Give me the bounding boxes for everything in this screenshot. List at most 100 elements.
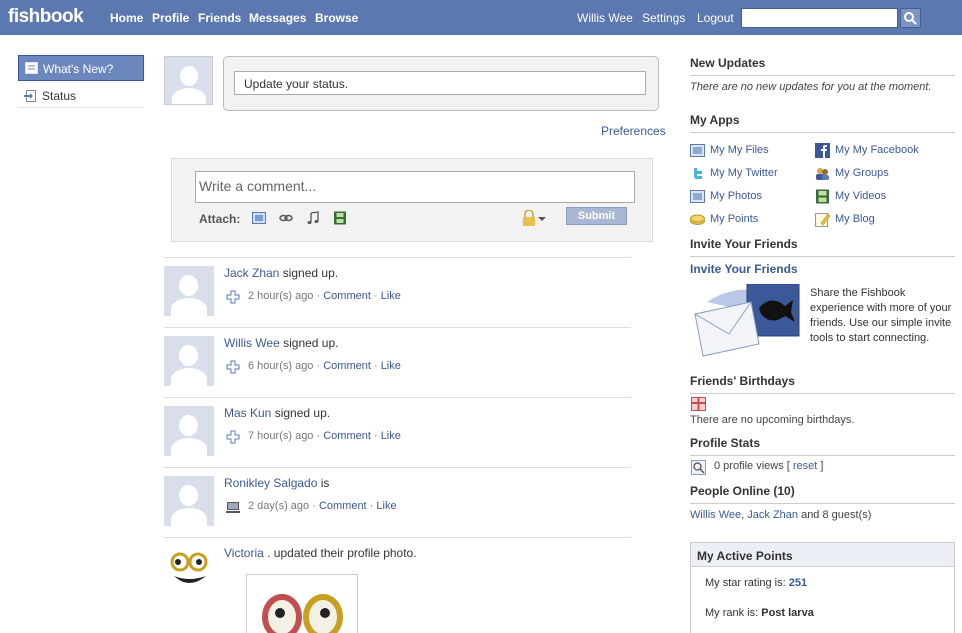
groups-icon	[816, 168, 829, 180]
nav-user-name[interactable]: Willis Wee	[577, 11, 633, 25]
nav-home[interactable]: Home	[110, 11, 143, 25]
feed-title: Victoria . updated their profile photo.	[224, 546, 417, 560]
like-link[interactable]: Like	[376, 500, 396, 512]
birthdays-text: There are no upcoming birthdays.	[690, 414, 855, 426]
avatar[interactable]	[164, 336, 214, 386]
invite-friends-link[interactable]: Invite Your Friends	[690, 262, 798, 276]
active-points-panel: My Active Points My star rating is: 251 …	[690, 542, 955, 633]
like-link[interactable]: Like	[381, 430, 401, 442]
active-points-heading: My Active Points	[691, 543, 954, 567]
magnifier-icon	[691, 460, 706, 475]
feed-item: Jack Zhan signed up. 2 hour(s) ago · Com…	[164, 257, 631, 327]
like-link[interactable]: Like	[381, 290, 401, 302]
feed-user-link[interactable]: Victoria	[224, 546, 264, 560]
nav-friends[interactable]: Friends	[198, 11, 241, 25]
app-my-videos[interactable]: My Videos	[815, 189, 886, 204]
feed-meta: 2 hour(s) ago · Comment · Like	[248, 290, 401, 302]
feed-user-link[interactable]: Willis Wee	[224, 336, 280, 350]
feed-user-link[interactable]: Mas Kun	[224, 406, 271, 420]
feed-title: Ronikley Salgado is	[224, 476, 330, 490]
star-rating-row: My star rating is: 251	[705, 577, 808, 589]
comment-link[interactable]: Comment	[319, 500, 367, 512]
chevron-down-icon	[538, 217, 546, 221]
photo-icon[interactable]	[252, 211, 266, 225]
feed-user-link[interactable]: Ronikley Salgado	[224, 476, 317, 490]
feed-item: Willis Wee signed up. 6 hour(s) ago · Co…	[164, 327, 631, 397]
reset-views-link[interactable]: reset	[793, 460, 817, 472]
people-online-list: Willis Wee, Jack Zhan and 8 guest(s)	[690, 509, 872, 521]
sidebar-item-whats-new[interactable]: What's New?	[18, 55, 144, 81]
plus-icon	[226, 430, 240, 444]
music-icon[interactable]	[306, 211, 320, 225]
fishbook-logo[interactable]: fishbook	[8, 6, 84, 28]
avatar[interactable]	[164, 56, 213, 105]
avatar[interactable]	[164, 406, 214, 456]
avatar[interactable]	[164, 476, 214, 526]
nav-messages[interactable]: Messages	[249, 11, 306, 25]
like-link[interactable]: Like	[381, 360, 401, 372]
news-feed-icon	[25, 62, 38, 74]
online-user-link[interactable]: Jack Zhan	[747, 509, 798, 521]
invite-friends-heading: Invite Your Friends	[690, 237, 955, 257]
feed-user-link[interactable]: Jack Zhan	[224, 266, 279, 280]
sidebar-item-status[interactable]: Status	[18, 84, 144, 108]
twitter-icon	[694, 168, 702, 179]
photos-icon	[690, 190, 705, 203]
feed-item: Ronikley Salgado is 2 day(s) ago · Comme…	[164, 467, 631, 537]
envelope-illustration	[694, 284, 800, 357]
app-my-photos[interactable]: My Photos	[690, 190, 762, 203]
sidebar-item-label: What's New?	[43, 62, 114, 76]
lock-icon	[523, 209, 535, 226]
facebook-icon	[815, 143, 830, 158]
comment-link[interactable]: Comment	[323, 290, 371, 302]
avatar[interactable]	[168, 550, 210, 588]
new-updates-text: There are no new updates for you at the …	[690, 81, 932, 93]
status-input[interactable]: Update your status.	[234, 71, 646, 95]
top-navigation-bar: fishbook Home Profile Friends Messages B…	[0, 0, 962, 35]
feed-item: Mas Kun signed up. 7 hour(s) ago · Comme…	[164, 397, 631, 467]
app-my-points[interactable]: My Points	[690, 213, 758, 225]
app-my-facebook[interactable]: My My Facebook	[815, 143, 919, 158]
feed-title: Mas Kun signed up.	[224, 406, 331, 420]
video-icon[interactable]	[333, 211, 347, 225]
app-my-groups[interactable]: My Groups	[815, 167, 889, 180]
search-icon	[904, 12, 917, 25]
computer-icon	[226, 502, 240, 513]
status-icon	[24, 90, 36, 102]
privacy-dropdown[interactable]	[521, 209, 547, 226]
profile-stats-heading: Profile Stats	[690, 436, 955, 456]
feed-title: Jack Zhan signed up.	[224, 266, 339, 280]
videos-icon	[816, 189, 829, 204]
rank-row: My rank is: Post larva	[705, 607, 814, 619]
app-my-blog[interactable]: My Blog	[815, 213, 875, 227]
comment-link[interactable]: Comment	[323, 360, 371, 372]
feed-title: Willis Wee signed up.	[224, 336, 339, 350]
files-icon	[690, 144, 705, 157]
search-button[interactable]	[900, 8, 921, 28]
nav-profile[interactable]: Profile	[152, 11, 189, 25]
link-icon[interactable]	[279, 211, 293, 225]
preferences-link[interactable]: Preferences	[601, 124, 666, 138]
feed-item: Victoria . updated their profile photo.	[164, 537, 631, 633]
people-online-heading: People Online (10)	[690, 484, 955, 504]
app-my-twitter[interactable]: My My Twitter	[690, 167, 778, 179]
plus-icon	[226, 360, 240, 374]
gift-icon	[691, 397, 706, 411]
app-my-files[interactable]: My My Files	[690, 144, 769, 157]
nav-logout[interactable]: Logout	[697, 11, 734, 25]
status-update-box: Update your status.	[223, 56, 659, 111]
submit-button[interactable]: Submit	[566, 207, 627, 225]
comment-input[interactable]: Write a comment...	[195, 171, 635, 203]
comment-link[interactable]: Comment	[323, 430, 371, 442]
birthdays-heading: Friends' Birthdays	[690, 374, 955, 394]
new-updates-heading: New Updates	[690, 56, 955, 76]
feed-meta: 7 hour(s) ago · Comment · Like	[248, 430, 401, 442]
points-icon	[690, 214, 705, 225]
avatar[interactable]	[164, 266, 214, 316]
search-input[interactable]	[741, 8, 898, 28]
nav-browse[interactable]: Browse	[315, 11, 358, 25]
online-user-link[interactable]: Willis Wee	[690, 509, 741, 521]
nav-settings[interactable]: Settings	[642, 11, 685, 25]
profile-photo-thumbnail[interactable]	[246, 574, 358, 633]
feed-meta: 2 day(s) ago · Comment · Like	[248, 500, 397, 512]
